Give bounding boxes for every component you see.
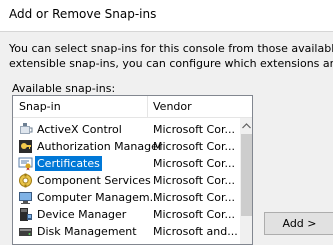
- description-text: You can select snap-ins for this console…: [9, 41, 333, 71]
- activex-control-icon: [18, 122, 33, 137]
- snapin-name: Authorization Manager: [37, 140, 163, 153]
- title-divider: [0, 31, 333, 32]
- snapin-vendor: Microsoft and...: [153, 225, 238, 238]
- snapin-name: Component Services: [37, 174, 151, 187]
- list-item[interactable]: ActiveX Control Microsoft Cor...: [13, 121, 240, 138]
- available-snapins-list[interactable]: Snap-in Vendor ActiveX Control Microsoft…: [12, 95, 253, 245]
- column-header-snapin[interactable]: Snap-in: [19, 100, 61, 113]
- description-line-1: You can select snap-ins for this console…: [9, 42, 333, 55]
- scroll-thumb[interactable]: [241, 134, 252, 216]
- list-header: Snap-in Vendor: [13, 96, 252, 118]
- snapin-vendor: Microsoft Cor...: [153, 208, 235, 221]
- disk-management-icon: [18, 224, 33, 239]
- scroll-up-arrow-icon[interactable]: [240, 118, 252, 133]
- snapin-vendor: Microsoft Cor...: [153, 174, 235, 187]
- title-bar: Add or Remove Snap-ins: [0, 0, 333, 31]
- snapin-vendor: Microsoft Cor...: [153, 157, 235, 170]
- list-rows: ActiveX Control Microsoft Cor... Authori…: [13, 121, 240, 240]
- available-snapins-label: Available snap-ins:: [12, 82, 116, 95]
- add-button[interactable]: Add >: [264, 212, 333, 235]
- component-services-icon: [18, 173, 33, 188]
- authorization-manager-icon: [18, 139, 33, 154]
- description-line-2: extensible snap-ins, you can configure w…: [9, 57, 333, 70]
- snapin-vendor: Microsoft Cor...: [153, 123, 235, 136]
- window-title: Add or Remove Snap-ins: [9, 7, 157, 21]
- list-item[interactable]: Computer Managem... Microsoft Cor...: [13, 189, 240, 206]
- list-item[interactable]: Disk Management Microsoft and...: [13, 223, 240, 240]
- snapin-name: Certificates: [35, 156, 102, 171]
- snapin-name: Computer Managem...: [37, 191, 161, 204]
- snapin-name: Device Manager: [37, 208, 127, 221]
- list-item[interactable]: Component Services Microsoft Cor...: [13, 172, 240, 189]
- device-manager-icon: [18, 207, 33, 222]
- snapin-name: Disk Management: [37, 225, 137, 238]
- column-header-vendor[interactable]: Vendor: [153, 100, 192, 113]
- snapin-vendor: Microsoft Cor...: [153, 191, 235, 204]
- computer-management-icon: [18, 190, 33, 205]
- list-item[interactable]: Device Manager Microsoft Cor...: [13, 206, 240, 223]
- list-item-selected[interactable]: Certificates Microsoft Cor...: [13, 155, 240, 172]
- column-separator[interactable]: [147, 96, 148, 117]
- certificates-icon: [18, 156, 33, 171]
- vertical-scrollbar[interactable]: [240, 118, 252, 244]
- snapin-name: ActiveX Control: [37, 123, 122, 136]
- snapin-vendor: Microsoft Cor...: [153, 140, 235, 153]
- list-item[interactable]: Authorization Manager Microsoft Cor...: [13, 138, 240, 155]
